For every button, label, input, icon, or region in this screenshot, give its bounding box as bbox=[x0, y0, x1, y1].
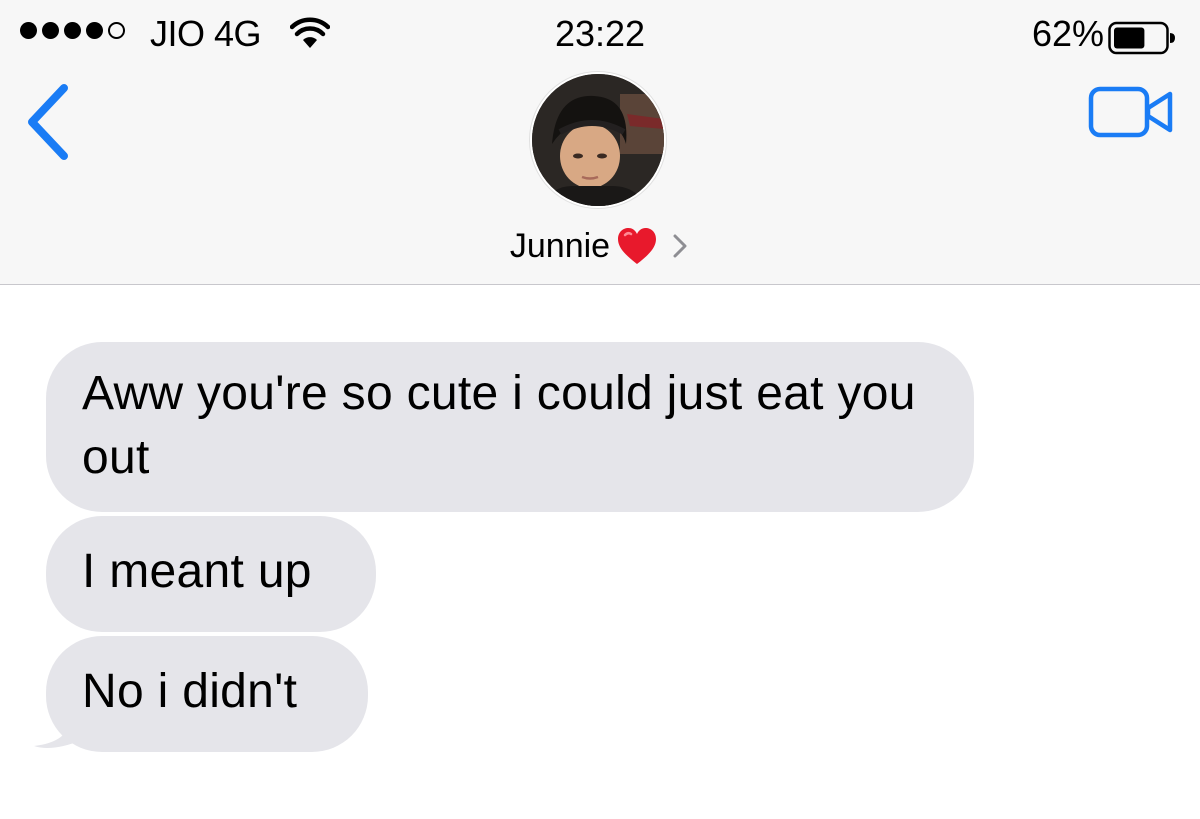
heart-icon bbox=[618, 228, 657, 264]
back-button[interactable] bbox=[18, 80, 78, 164]
conversation-header: JIO 4G 23:22 62% Junnie bbox=[0, 0, 1200, 285]
status-time: 23:22 bbox=[554, 13, 646, 54]
battery-icon bbox=[1108, 21, 1175, 55]
status-bar: JIO 4G 23:22 62% bbox=[0, 0, 1200, 70]
video-call-button[interactable] bbox=[1088, 86, 1176, 138]
chevron-left-icon bbox=[28, 84, 68, 160]
contact-name-button[interactable]: Junnie bbox=[0, 224, 1200, 268]
contact-name: Junnie bbox=[509, 227, 611, 265]
video-camera-icon bbox=[1088, 86, 1173, 138]
avatar-photo bbox=[532, 74, 664, 206]
message-bubble-incoming[interactable]: Aww you're so cute i could just eat you … bbox=[46, 342, 974, 512]
chevron-right-icon bbox=[673, 234, 687, 258]
message-bubble-incoming[interactable]: I meant up bbox=[46, 516, 376, 632]
battery-percent: 62% bbox=[1031, 13, 1104, 54]
contact-avatar[interactable] bbox=[530, 72, 666, 208]
message-bubble-incoming[interactable]: No i didn't bbox=[46, 636, 368, 752]
messages-screen: JIO 4G 23:22 62% Junnie Aww you're so cu… bbox=[0, 0, 1200, 819]
